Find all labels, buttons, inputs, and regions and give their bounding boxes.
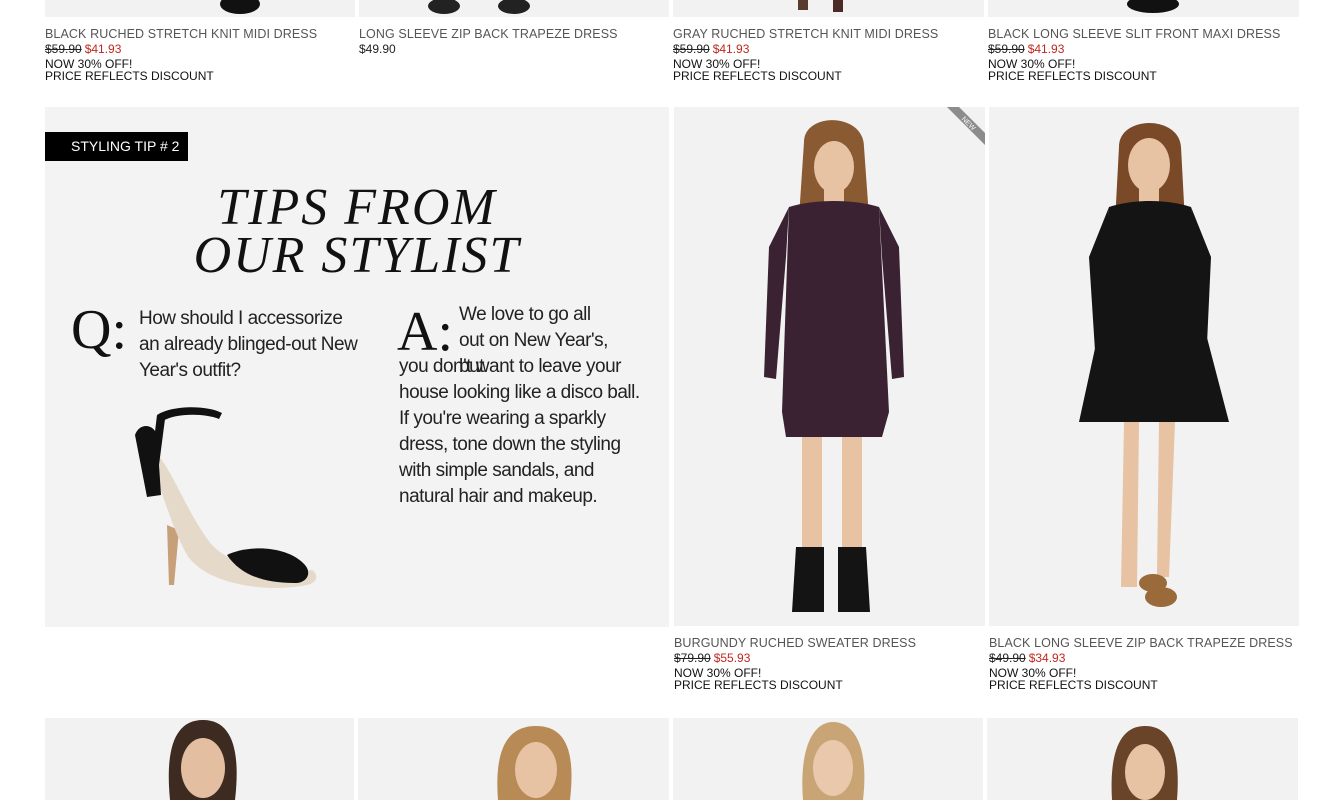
promo-note: PRICE REFLECTS DISCOUNT [989,678,1158,692]
question-text: How should I accessorize an already blin… [139,308,358,381]
original-price: $79.90 [674,651,711,665]
product-image-burgundy-sweater-dress[interactable]: NEW [674,107,985,626]
product-price: $59.90 $41.93 [45,42,121,56]
original-price: $49.90 [989,651,1026,665]
answer-text: you don't want to leave your house looki… [399,356,640,507]
tip-title-line2: OUR STYLIST [193,227,521,284]
product-price: $59.90 $41.93 [988,42,1064,56]
answer-mark-label: A: [397,301,453,363]
sale-price: $34.93 [1028,651,1066,665]
promo-note: PRICE REFLECTS DISCOUNT [673,69,842,83]
sale-price: $41.93 [1027,42,1065,56]
new-badge: NEW [947,107,985,145]
product-name[interactable]: BLACK RUCHED STRETCH KNIT MIDI DRESS [45,27,317,41]
product-price: $59.90 $41.93 [673,42,749,56]
product-image-black-ruched-midi[interactable] [45,0,355,17]
promo-note: PRICE REFLECTS DISCOUNT [45,69,214,83]
product-image-bottom-1[interactable] [45,718,354,800]
product-image-bottom-2[interactable] [358,718,669,800]
promo-note: PRICE REFLECTS DISCOUNT [988,69,1157,83]
sale-price: $41.93 [84,42,122,56]
promo-note: PRICE REFLECTS DISCOUNT [674,678,843,692]
product-image-trapeze-dress[interactable] [359,0,669,17]
product-price: $49.90 [359,42,396,56]
product-image-bottom-3[interactable] [673,718,983,800]
styling-tip-panel[interactable]: STYLING TIP # 2 TIPS FROM OUR STYLIST Q:… [45,107,669,627]
product-price: $49.90 $34.93 [989,651,1065,665]
product-image-black-zip-trapeze-dress[interactable] [989,107,1299,626]
sale-price: $41.93 [712,42,750,56]
tip-title-line1: TIPS FROM [217,179,497,236]
sale-price: $55.93 [713,651,751,665]
product-image-slit-maxi[interactable] [988,0,1299,17]
original-price: $59.90 [45,42,82,56]
product-name[interactable]: BLACK LONG SLEEVE ZIP BACK TRAPEZE DRESS [989,636,1293,650]
sandal-image [135,407,317,588]
product-name[interactable]: LONG SLEEVE ZIP BACK TRAPEZE DRESS [359,27,618,41]
product-name[interactable]: BLACK LONG SLEEVE SLIT FRONT MAXI DRESS [988,27,1280,41]
product-name[interactable]: GRAY RUCHED STRETCH KNIT MIDI DRESS [673,27,938,41]
product-name[interactable]: BURGUNDY RUCHED SWEATER DRESS [674,636,916,650]
question-mark-label: Q: [71,299,127,361]
original-price: $59.90 [988,42,1025,56]
product-image-gray-ruched-midi[interactable] [673,0,984,17]
original-price: $59.90 [673,42,710,56]
product-image-bottom-4[interactable] [987,718,1298,800]
product-price: $79.90 $55.93 [674,651,750,665]
styling-tip-label: STYLING TIP # 2 [45,132,188,161]
